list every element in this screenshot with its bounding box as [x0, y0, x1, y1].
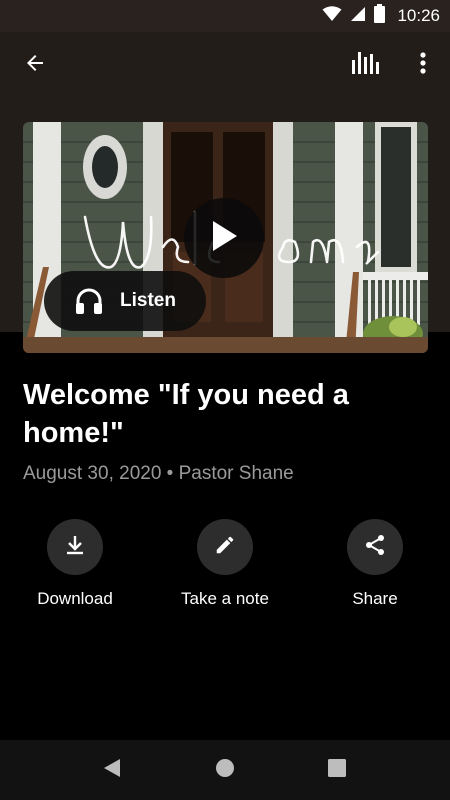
- nav-back-button[interactable]: [92, 750, 132, 790]
- back-arrow-icon: [23, 51, 47, 80]
- nav-back-icon: [102, 757, 122, 784]
- download-button[interactable]: Download: [5, 519, 145, 609]
- download-icon: [64, 534, 86, 561]
- download-label: Download: [37, 589, 113, 608]
- audio-bars-icon: [352, 51, 382, 79]
- take-note-button[interactable]: Take a note: [155, 519, 295, 609]
- listen-label: Listen: [120, 290, 176, 311]
- sermon-meta: August 30, 2020 • Pastor Shane: [23, 463, 294, 484]
- share-circle: [347, 519, 403, 575]
- signal-icon: [350, 6, 366, 27]
- play-button[interactable]: [184, 198, 264, 278]
- back-button[interactable]: [14, 44, 56, 86]
- battery-icon: [374, 4, 386, 28]
- download-circle: [47, 519, 103, 575]
- wifi-icon: [322, 5, 342, 27]
- nav-home-icon: [215, 758, 235, 783]
- share-button[interactable]: Share: [305, 519, 445, 609]
- take-note-label: Take a note: [181, 589, 269, 608]
- status-bar: 10:26: [0, 0, 450, 32]
- audio-player-button[interactable]: [346, 44, 388, 86]
- status-time: 10:26: [397, 6, 440, 25]
- more-options-button[interactable]: [402, 44, 444, 86]
- sermon-title: Welcome "If you need a home!": [23, 379, 349, 449]
- nav-home-button[interactable]: [205, 750, 245, 790]
- pencil-icon: [214, 534, 236, 561]
- headphones-icon: [72, 284, 106, 318]
- nav-recents-icon: [328, 758, 346, 782]
- play-icon: [209, 219, 239, 258]
- system-nav-bar: [0, 740, 450, 800]
- status-icons: 10:26: [322, 0, 440, 32]
- share-icon: [363, 533, 387, 562]
- app-bar: [0, 32, 450, 98]
- share-label: Share: [352, 589, 398, 608]
- sermon-detail-screen: 10:26 Listen Welcome "If you need a home…: [0, 0, 450, 800]
- more-vert-icon: [420, 51, 426, 79]
- take-note-circle: [197, 519, 253, 575]
- listen-button[interactable]: Listen: [44, 271, 206, 331]
- nav-recents-button[interactable]: [317, 750, 357, 790]
